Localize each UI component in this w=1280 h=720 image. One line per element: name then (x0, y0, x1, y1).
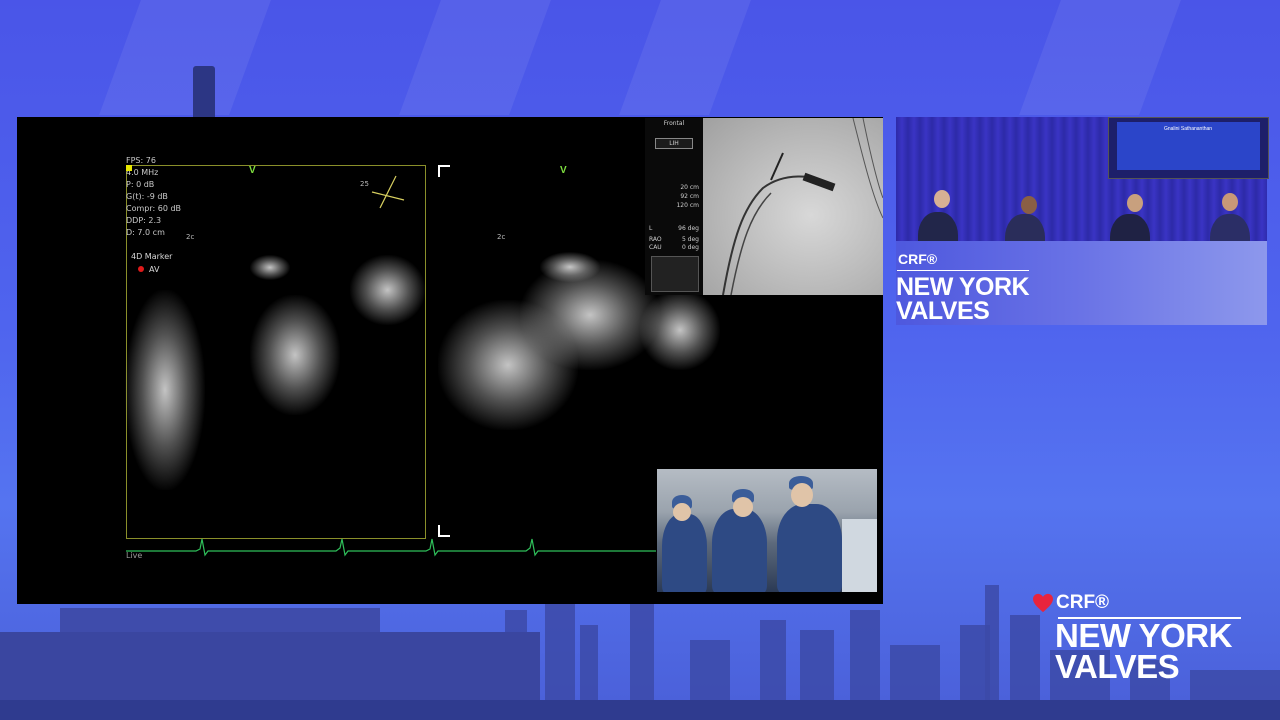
panel-crf-logo: CRF® (898, 251, 938, 267)
echo-param: 4.0 MHz (126, 168, 159, 177)
fort-silhouette (0, 632, 540, 702)
marker-item: AV (149, 265, 160, 274)
echo-scale-marker (126, 165, 132, 171)
crf-logo-text: CRF® (1056, 592, 1110, 613)
c-arm-icon (651, 256, 699, 292)
panel-event-title: NEW YORK VALVES (896, 273, 1030, 325)
marker-dot-icon (138, 266, 144, 272)
cath-lab-camera (657, 469, 877, 592)
stage-speaker-name: Gnalini Sathananthan (1163, 126, 1213, 132)
live-label: Live (126, 551, 143, 560)
background-stripe (1019, 0, 1181, 115)
lighthouse-silhouette (193, 66, 215, 118)
panelist-head (1127, 194, 1143, 212)
marker-legend: 4D Marker AV (131, 250, 172, 276)
orientation-mark-v: V (249, 165, 256, 176)
background-stripe (619, 0, 751, 115)
echo-param: DDP: 2.3 (126, 216, 162, 225)
cau-label: CAU 0 deg (649, 244, 699, 251)
event-title: NEW YORK VALVES (1055, 617, 1232, 685)
echo-param: D: 7.0 cm (126, 228, 165, 237)
panelist-head (1222, 193, 1238, 211)
echo-tissue (540, 252, 600, 282)
orientation-axis-icon (371, 175, 405, 209)
event-title-line1: NEW YORK (1055, 617, 1232, 654)
panelist-head (934, 190, 950, 208)
depth-value: 92 cm (680, 193, 699, 200)
echo-corner-mark (438, 165, 450, 177)
echo-tissue (350, 255, 425, 325)
echo-tissue (640, 290, 720, 370)
rao-label: RAO 5 deg (649, 236, 699, 243)
fluoroscopy-view (703, 118, 883, 295)
scale-label: 2c (186, 233, 195, 241)
echo-tissue (250, 295, 340, 415)
echo-parameters: FPS: 76 4.0 MHz P: 0 dB G(t): -9 dB Comp… (126, 155, 181, 239)
echo-param: G(t): -9 dB (126, 192, 168, 201)
depth-value: 20 cm (680, 184, 699, 191)
echo-tissue (125, 290, 205, 490)
fort-silhouette (60, 608, 380, 632)
echo-tissue (250, 255, 290, 280)
catheter-icon (722, 118, 883, 295)
lih-badge: LIH (655, 138, 693, 149)
background-stripe (99, 0, 271, 115)
event-title-line2: VALVES (1055, 648, 1180, 685)
marker-title: 4D Marker (131, 252, 173, 261)
depth-value: 120 cm (676, 202, 699, 209)
ecg-trace (126, 538, 656, 557)
crf-heart-icon (1033, 593, 1053, 613)
fluoro-top-label: Frontal (663, 120, 685, 127)
echo-param: FPS: 76 (126, 156, 156, 165)
scale-label: 2c (497, 233, 506, 241)
background-stripe (399, 0, 551, 115)
echo-param: P: 0 dB (126, 180, 155, 189)
water (0, 700, 1280, 720)
panelist-head (1021, 196, 1037, 214)
fluoro-info-panel: Frontal LIH 20 cm 92 cm 120 cm L 96 deg R… (645, 118, 703, 295)
l-label: L 96 deg (649, 225, 699, 232)
echo-param: Compr: 60 dB (126, 204, 182, 213)
panel-logo-divider (897, 270, 1029, 271)
orientation-mark-v: V (560, 165, 567, 176)
